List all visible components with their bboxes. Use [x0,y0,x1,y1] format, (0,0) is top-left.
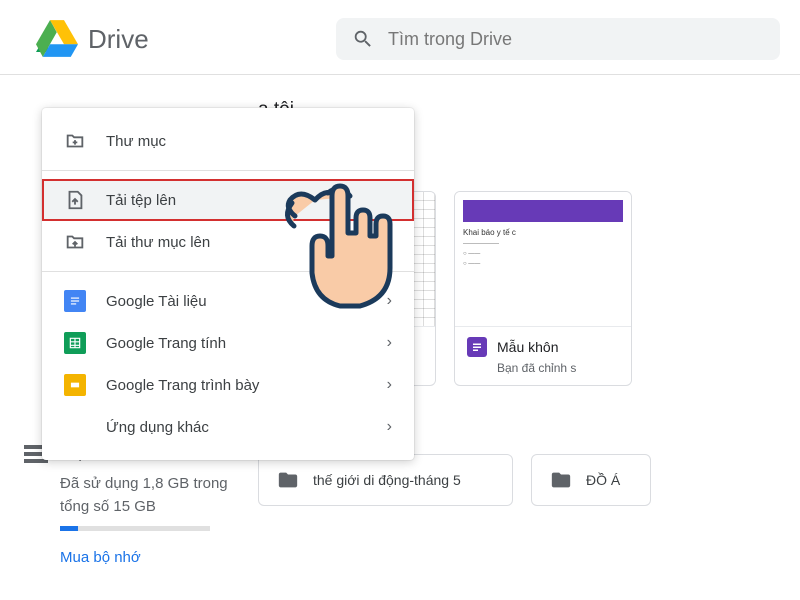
card-preview: Khai báo y tế c —————— ○ —— ○ —— [455,192,631,327]
folder-icon [277,469,299,491]
card-subtitle: Bạn đã chỉnh s [455,361,631,385]
header: Drive Tìm trong Drive [0,0,800,75]
menu-label: Thư mục [106,133,392,150]
search-box[interactable]: Tìm trong Drive [336,18,780,60]
new-folder-icon [64,130,86,152]
folder-name: thế giới di động-tháng 5 [313,472,461,488]
folder-icon [550,469,572,491]
storage-section: Bộ nhớ Đã sử dụng 1,8 GB trongtổng số 15… [20,445,230,566]
blank-icon [64,416,86,438]
menu-label: Google Trang tính [106,335,367,352]
storage-bar [60,526,210,531]
docs-icon [64,290,86,312]
pointer-hand-icon [280,178,400,318]
drive-logo-icon [36,20,78,58]
buy-storage-link[interactable]: Mua bộ nhớ [60,549,230,566]
folder-item[interactable]: ĐỒ Á [531,454,651,506]
sheets-icon [64,332,86,354]
folder-name: ĐỒ Á [586,472,620,488]
chevron-right-icon: › [387,376,392,394]
chevron-right-icon: › [387,334,392,352]
search-icon [352,28,374,50]
folder-item[interactable]: thế giới di động-tháng 5 [258,454,513,506]
menu-new-folder[interactable]: Thư mục [42,120,414,162]
app-title: Drive [88,24,149,55]
slides-icon [64,374,86,396]
menu-divider [42,170,414,171]
menu-label: Ứng dụng khác [106,419,367,436]
menu-more-apps[interactable]: Ứng dụng khác › [42,406,414,448]
logo-area[interactable]: Drive [36,20,336,58]
upload-file-icon [64,189,86,211]
menu-google-slides[interactable]: Google Trang trình bày › [42,364,414,406]
file-card[interactable]: Khai báo y tế c —————— ○ —— ○ —— Mẫu khô… [454,191,632,386]
menu-label: Google Trang trình bày [106,377,367,394]
chevron-right-icon: › [387,418,392,436]
forms-icon [467,337,487,357]
upload-folder-icon [64,231,86,253]
search-placeholder: Tìm trong Drive [388,29,512,50]
menu-google-sheets[interactable]: Google Trang tính › [42,322,414,364]
folder-row: thế giới di động-tháng 5 ĐỒ Á [258,454,800,506]
storage-usage-text: Đã sử dụng 1,8 GB trongtổng số 15 GB [60,473,230,518]
card-title: Mẫu khôn [497,339,558,355]
